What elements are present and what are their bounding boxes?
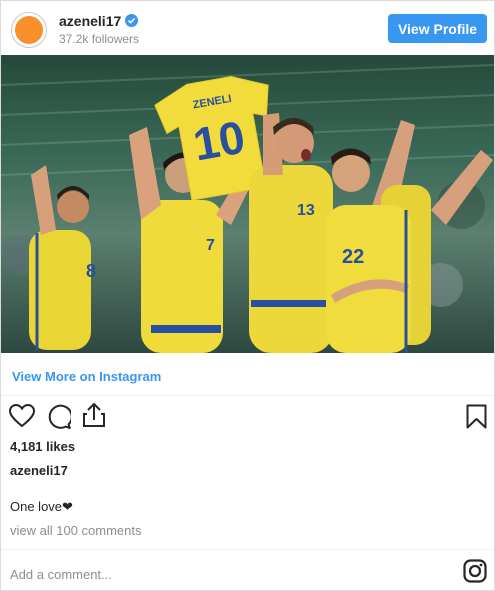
- like-count[interactable]: 4,181 likes: [10, 439, 75, 454]
- view-all-comments-link[interactable]: view all 100 comments: [10, 523, 142, 538]
- player-22: 22: [326, 120, 493, 353]
- bookmark-icon[interactable]: [466, 404, 487, 434]
- post-header: azeneli17 37.2k followers View Profile: [1, 1, 494, 55]
- follower-count: 37.2k followers: [59, 32, 140, 46]
- player-13: 13: [249, 113, 333, 353]
- shirt-number: 10: [189, 111, 248, 171]
- instagram-logo-icon[interactable]: [463, 559, 487, 588]
- post-caption: One love❤: [10, 499, 73, 514]
- post-author[interactable]: azeneli17: [10, 463, 68, 478]
- player-number-8: 8: [86, 261, 96, 281]
- instagram-embed-card: azeneli17 37.2k followers View Profile 8…: [0, 0, 495, 591]
- player-number-13: 13: [297, 202, 315, 219]
- player-number-7: 7: [206, 237, 215, 254]
- view-profile-button[interactable]: View Profile: [388, 14, 487, 43]
- heart-icon[interactable]: [8, 403, 36, 433]
- divider: [1, 549, 494, 550]
- username[interactable]: azeneli17: [59, 13, 121, 29]
- view-more-link[interactable]: View More on Instagram: [12, 369, 161, 384]
- divider: [1, 395, 494, 396]
- avatar-image: [15, 16, 43, 44]
- avatar[interactable]: [11, 12, 47, 48]
- verified-badge-icon: [125, 14, 138, 27]
- football-celebration-illustration: 8 7 ZENELI 10 13 22: [1, 64, 494, 353]
- comment-icon[interactable]: [46, 404, 73, 434]
- add-comment-input[interactable]: [10, 565, 450, 583]
- post-photo[interactable]: 8 7 ZENELI 10 13 22: [1, 55, 494, 353]
- share-icon[interactable]: [82, 402, 106, 433]
- player-number-22: 22: [342, 246, 364, 268]
- player-8: 8: [29, 165, 96, 350]
